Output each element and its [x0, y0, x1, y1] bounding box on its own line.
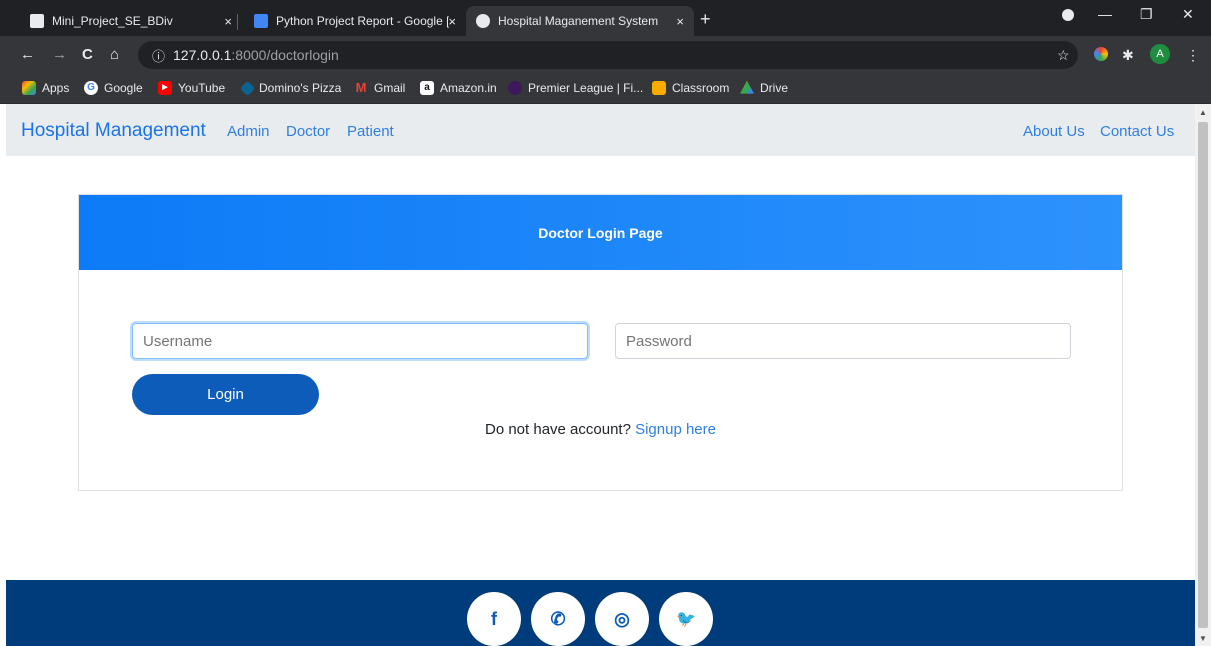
tab-python-report[interactable]: Python Project Report - Google [ ×: [244, 6, 466, 36]
bookmark-label: Classroom: [672, 81, 730, 95]
login-card-header: Doctor Login Page: [79, 195, 1122, 270]
password-input[interactable]: [615, 323, 1071, 359]
scroll-thumb[interactable]: [1198, 122, 1208, 628]
document-icon: [30, 14, 44, 28]
bookmark-google[interactable]: G Google: [84, 81, 143, 95]
back-icon[interactable]: ←: [20, 46, 35, 64]
url-host: 127.0.0.1: [173, 47, 232, 63]
globe-icon: [476, 14, 490, 28]
facebook-icon[interactable]: f: [467, 592, 521, 646]
minimize-button[interactable]: —: [1098, 6, 1112, 22]
youtube-icon: ▶: [158, 81, 172, 95]
google-docs-icon: [254, 14, 268, 28]
browser-tab-bar: Mini_Project_SE_BDiv × Python Project Re…: [0, 0, 1211, 36]
site-footer: f ✆ ◎ 🐦: [6, 580, 1195, 646]
nav-about-link[interactable]: About Us: [1023, 123, 1085, 140]
whatsapp-icon[interactable]: ✆: [531, 592, 585, 646]
twitter-icon[interactable]: 🐦: [659, 592, 713, 646]
login-card: Doctor Login Page Login Do not have acco…: [78, 194, 1123, 491]
bookmark-drive[interactable]: Drive: [740, 81, 788, 95]
premier-league-icon: [508, 81, 522, 95]
bookmark-label: Gmail: [374, 81, 406, 95]
profile-avatar[interactable]: A: [1150, 44, 1170, 64]
nav-patient-link[interactable]: Patient: [347, 123, 394, 140]
dominos-icon: [239, 80, 256, 96]
bookmark-dominos[interactable]: Domino's Pizza: [239, 80, 342, 96]
instagram-icon[interactable]: ◎: [595, 592, 649, 646]
tab-search-icon[interactable]: [1062, 9, 1074, 21]
bookmark-classroom[interactable]: Classroom: [652, 81, 729, 95]
brand-link[interactable]: Hospital Management: [21, 120, 206, 142]
bookmarks-bar: Apps G Google ▶ YouTube Domino's Pizza M…: [0, 74, 1211, 104]
nav-doctor-link[interactable]: Doctor: [286, 123, 330, 140]
apps-grid-icon: [22, 81, 36, 95]
tab-hospital-system[interactable]: Hospital Maganement System ×: [466, 6, 694, 36]
signup-prompt-text: Do not have account?: [484, 421, 631, 438]
google-icon: G: [84, 81, 98, 95]
username-input[interactable]: [132, 323, 588, 359]
bookmark-apps[interactable]: Apps: [22, 81, 69, 95]
bookmark-amazon[interactable]: a Amazon.in: [420, 81, 497, 95]
page-viewport: Hospital Management Admin Doctor Patient…: [6, 104, 1195, 646]
bookmark-label: Domino's Pizza: [259, 81, 342, 95]
bookmark-gmail[interactable]: M Gmail: [354, 80, 406, 96]
nav-admin-link[interactable]: Admin: [227, 123, 270, 140]
browser-menu-icon[interactable]: ⋮: [1186, 47, 1200, 63]
bookmark-premier-league[interactable]: Premier League | Fi...: [508, 81, 643, 95]
close-window-button[interactable]: ✕: [1182, 6, 1194, 23]
tab-label: Mini_Project_SE_BDiv: [52, 14, 173, 28]
reload-icon[interactable]: C: [82, 46, 93, 64]
bookmark-label: Amazon.in: [440, 81, 497, 95]
extensions-puzzle-icon[interactable]: ✱: [1122, 47, 1134, 63]
new-tab-button[interactable]: +: [700, 10, 711, 28]
tab-close-icon[interactable]: ×: [224, 14, 232, 29]
nav-contact-link[interactable]: Contact Us: [1100, 123, 1174, 140]
bookmark-label: Apps: [42, 81, 70, 95]
page-scrollbar[interactable]: ▲ ▼: [1195, 104, 1211, 646]
tab-close-icon[interactable]: ×: [676, 14, 684, 29]
home-icon[interactable]: ⌂: [110, 46, 119, 64]
amazon-icon: a: [420, 81, 434, 95]
bookmark-label: Google: [104, 81, 143, 95]
url-path: :8000/doctorlogin: [231, 47, 339, 63]
bookmark-youtube[interactable]: ▶ YouTube: [158, 81, 225, 95]
url-input[interactable]: ⓘ 127.0.0.1:8000/doctorlogin: [138, 41, 1078, 69]
tab-label: Python Project Report - Google [: [276, 14, 450, 28]
forward-icon[interactable]: →: [52, 46, 67, 64]
bookmark-star-icon[interactable]: ☆: [1057, 47, 1070, 63]
drive-icon: [740, 81, 754, 94]
restore-button[interactable]: ❐: [1140, 6, 1153, 23]
classroom-icon: [652, 81, 666, 95]
login-button[interactable]: Login: [132, 374, 319, 415]
tab-mini-project[interactable]: Mini_Project_SE_BDiv ×: [20, 6, 242, 36]
scroll-down-icon[interactable]: ▼: [1199, 634, 1207, 643]
color-extension-icon[interactable]: [1094, 47, 1108, 61]
bookmark-label: YouTube: [178, 81, 226, 95]
tab-label: Hospital Maganement System: [498, 14, 659, 28]
gmail-icon: M: [355, 80, 367, 95]
signup-link[interactable]: Signup here: [635, 421, 716, 438]
address-bar-row: ← → C ⌂ ⓘ 127.0.0.1:8000/doctorlogin ☆ ✱…: [0, 36, 1211, 74]
login-title: Doctor Login Page: [538, 224, 663, 241]
site-navbar: Hospital Management Admin Doctor Patient…: [6, 104, 1195, 156]
bookmark-label: Drive: [760, 81, 789, 95]
signup-prompt: Do not have account? Signup here: [79, 421, 1122, 438]
bookmark-label: Premier League | Fi...: [528, 81, 644, 95]
site-info-icon[interactable]: ⓘ: [152, 46, 165, 65]
tab-separator: [237, 14, 238, 30]
scroll-up-icon[interactable]: ▲: [1199, 108, 1207, 117]
tab-close-icon[interactable]: ×: [448, 14, 456, 29]
